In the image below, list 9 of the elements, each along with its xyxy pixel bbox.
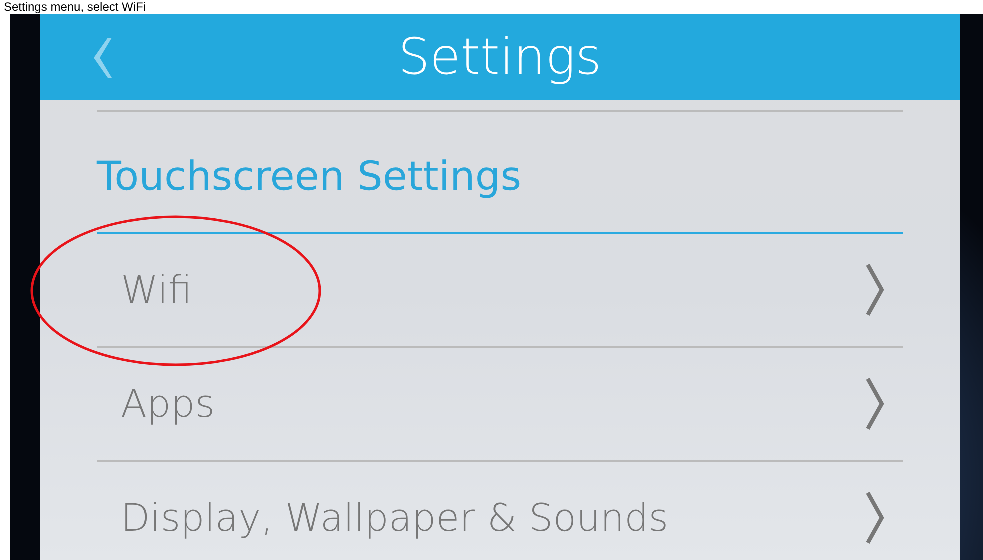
section-heading: Touchscreen Settings [97, 110, 903, 234]
chevron-right-icon [865, 263, 885, 317]
chevron-right-icon [865, 377, 885, 431]
settings-item[interactable]: Wifi [97, 234, 903, 348]
settings-item[interactable]: Display, Wallpaper & Sounds [97, 462, 903, 560]
settings-item[interactable]: Apps [97, 348, 903, 462]
dialog-title: Settings [398, 28, 602, 86]
chevron-right-icon [865, 491, 885, 545]
caption-text: Settings menu, select WiFi [3, 0, 148, 14]
